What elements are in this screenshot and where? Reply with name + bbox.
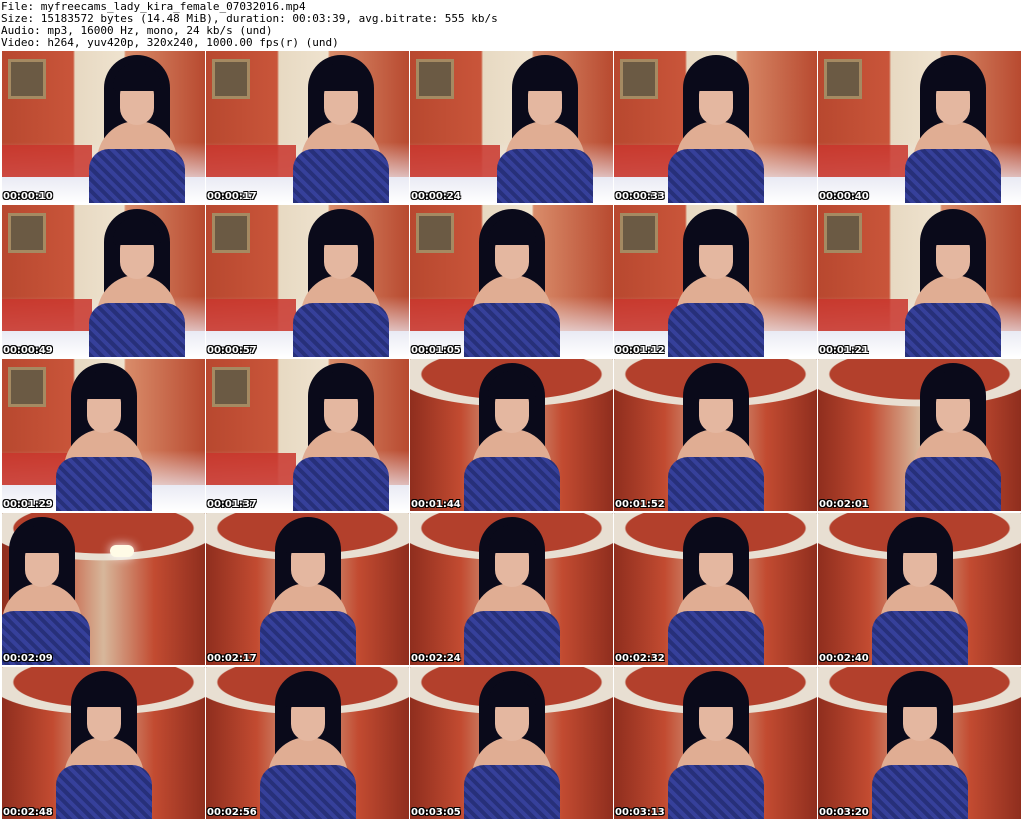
dress-shape (668, 303, 764, 357)
timestamp-label: 00:01:52 (615, 499, 665, 510)
dress-shape (497, 149, 593, 203)
dress-shape (293, 457, 389, 511)
thumbnail-frame: 00:02:48 (2, 667, 205, 819)
ceiling-lamp-shape (110, 545, 134, 557)
timestamp-label: 00:02:56 (207, 807, 257, 818)
dress-shape (872, 611, 968, 665)
thumbnail-frame: 00:02:24 (410, 513, 613, 665)
window-shape (620, 213, 658, 253)
timestamp-label: 00:00:57 (207, 345, 257, 356)
dress-shape (668, 149, 764, 203)
timestamp-label: 00:01:29 (3, 499, 53, 510)
thumbnail-frame: 00:02:09 (2, 513, 205, 665)
thumbnail-frame: 00:01:52 (614, 359, 817, 511)
timestamp-label: 00:01:37 (207, 499, 257, 510)
timestamp-label: 00:00:17 (207, 191, 257, 202)
thumbnail-frame: 00:00:57 (206, 205, 409, 357)
thumbnail-frame: 00:00:10 (2, 51, 205, 203)
timestamp-label: 00:00:49 (3, 345, 53, 356)
timestamp-label: 00:02:01 (819, 499, 869, 510)
window-shape (212, 213, 250, 253)
thumbnail-frame: 00:01:21 (818, 205, 1021, 357)
thumbnail-frame: 00:00:17 (206, 51, 409, 203)
thumbnail-frame: 00:01:12 (614, 205, 817, 357)
dress-shape (905, 303, 1001, 357)
dress-shape (293, 149, 389, 203)
thumbnail-frame: 00:02:56 (206, 667, 409, 819)
dress-shape (905, 149, 1001, 203)
window-shape (8, 367, 46, 407)
timestamp-label: 00:02:09 (3, 653, 53, 664)
timestamp-label: 00:00:24 (411, 191, 461, 202)
window-shape (824, 213, 862, 253)
timestamp-label: 00:03:13 (615, 807, 665, 818)
dress-shape (56, 457, 152, 511)
window-shape (8, 213, 46, 253)
dress-shape (260, 611, 356, 665)
thumbnail-frame: 00:00:49 (2, 205, 205, 357)
window-shape (212, 367, 250, 407)
thumbnail-frame: 00:01:44 (410, 359, 613, 511)
dress-shape (668, 457, 764, 511)
timestamp-label: 00:01:12 (615, 345, 665, 356)
window-shape (824, 59, 862, 99)
thumbnail-frame: 00:00:33 (614, 51, 817, 203)
timestamp-label: 00:02:17 (207, 653, 257, 664)
thumbnail-frame: 00:03:05 (410, 667, 613, 819)
dress-shape (89, 303, 185, 357)
timestamp-label: 00:01:05 (411, 345, 461, 356)
thumbnail-frame: 00:02:17 (206, 513, 409, 665)
window-shape (620, 59, 658, 99)
timestamp-label: 00:02:48 (3, 807, 53, 818)
window-shape (8, 59, 46, 99)
dress-shape (464, 611, 560, 665)
thumbnail-frame: 00:02:40 (818, 513, 1021, 665)
window-shape (416, 213, 454, 253)
file-info-header: File: myfreecams_lady_kira_female_070320… (0, 0, 1024, 50)
window-shape (212, 59, 250, 99)
timestamp-label: 00:02:24 (411, 653, 461, 664)
timestamp-label: 00:02:40 (819, 653, 869, 664)
dress-shape (905, 457, 1001, 511)
timestamp-label: 00:00:10 (3, 191, 53, 202)
thumbnail-frame: 00:01:05 (410, 205, 613, 357)
thumbnail-grid: 00:00:10 00:00:17 00:00:24 00:00:33 00:00:40… (2, 51, 1021, 820)
dress-shape (464, 457, 560, 511)
timestamp-label: 00:02:32 (615, 653, 665, 664)
video-info-line: Video: h264, yuv420p, 320x240, 1000.00 f… (1, 36, 339, 49)
timestamp-label: 00:03:05 (411, 807, 461, 818)
thumbnail-frame: 00:02:32 (614, 513, 817, 665)
thumbnail-frame: 00:02:01 (818, 359, 1021, 511)
timestamp-label: 00:00:33 (615, 191, 665, 202)
thumbnail-frame: 00:03:13 (614, 667, 817, 819)
window-shape (416, 59, 454, 99)
dress-shape (89, 149, 185, 203)
thumbnail-frame: 00:01:37 (206, 359, 409, 511)
timestamp-label: 00:01:21 (819, 345, 869, 356)
thumbnail-frame: 00:00:24 (410, 51, 613, 203)
dress-shape (668, 611, 764, 665)
dress-shape (464, 303, 560, 357)
thumbnail-frame: 00:01:29 (2, 359, 205, 511)
timestamp-label: 00:01:44 (411, 499, 461, 510)
thumbnail-frame: 00:00:40 (818, 51, 1021, 203)
timestamp-label: 00:00:40 (819, 191, 869, 202)
thumbnail-frame: 00:03:20 (818, 667, 1021, 819)
dress-shape (293, 303, 389, 357)
timestamp-label: 00:03:20 (819, 807, 869, 818)
